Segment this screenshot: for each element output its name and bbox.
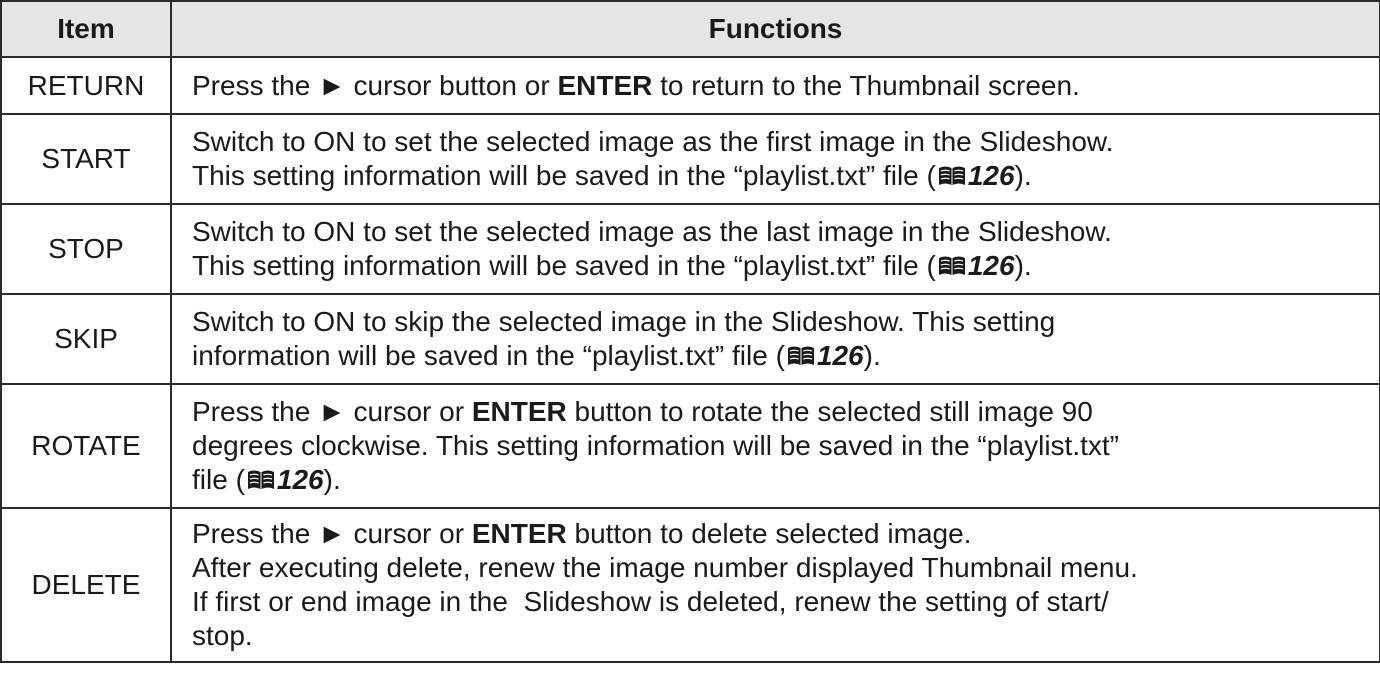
book-icon[interactable] xyxy=(246,469,276,491)
page-reference-link[interactable]: 126 xyxy=(968,250,1015,281)
page-reference-link[interactable]: 126 xyxy=(277,464,324,495)
table-row-stop: STOP Switch to ON to set the selected im… xyxy=(0,203,1380,295)
item-column-header: Item xyxy=(0,0,172,58)
functions-column-header: Functions xyxy=(170,0,1380,58)
table-header-row: Item Functions xyxy=(0,0,1380,58)
description-line: Press the ► cursor or ENTER button to de… xyxy=(192,517,1365,551)
description-line: This setting information will be saved i… xyxy=(192,249,1365,283)
description-line: If first or end image in the Slideshow i… xyxy=(192,586,1109,617)
text-segment: This setting information will be saved i… xyxy=(192,250,936,281)
description-line: Press the ► cursor or ENTER button to ro… xyxy=(192,395,1365,429)
function-description-rotate: Press the ► cursor or ENTER button to ro… xyxy=(170,383,1380,509)
description-line: stop. xyxy=(192,620,253,651)
description-line: Switch to ON to set the selected image a… xyxy=(192,126,1114,157)
page-reference-link[interactable]: 126 xyxy=(968,160,1015,191)
description-line: This setting information will be saved i… xyxy=(192,159,1365,193)
functions-table: Item Functions RETURN Press the ► cursor… xyxy=(0,0,1380,663)
book-icon[interactable] xyxy=(786,345,816,367)
text-segment: Press the xyxy=(192,396,319,427)
table-row-start: START Switch to ON to set the selected i… xyxy=(0,113,1380,205)
function-description-return: Press the ► cursor button or ENTER to re… xyxy=(170,56,1380,115)
right-triangle-icon: ► xyxy=(318,518,346,549)
item-name-return: RETURN xyxy=(0,56,172,115)
book-icon[interactable] xyxy=(937,255,967,277)
text-segment: button to delete selected image. xyxy=(566,518,972,549)
function-description-skip: Switch to ON to skip the selected image … xyxy=(170,293,1380,385)
item-name-skip: SKIP xyxy=(0,293,172,385)
function-description-start: Switch to ON to set the selected image a… xyxy=(170,113,1380,205)
enter-key-label: ENTER xyxy=(471,396,567,427)
text-segment: This setting information will be saved i… xyxy=(192,160,936,191)
function-description-delete: Press the ► cursor or ENTER button to de… xyxy=(170,507,1380,663)
text-segment: ). xyxy=(863,340,881,371)
item-name-rotate: ROTATE xyxy=(0,383,172,509)
function-description-stop: Switch to ON to set the selected image a… xyxy=(170,203,1380,295)
right-triangle-icon: ► xyxy=(318,396,346,427)
text-segment: file ( xyxy=(192,464,245,495)
table-row-delete: DELETE Press the ► cursor or ENTER butto… xyxy=(0,507,1380,663)
text-segment: ). xyxy=(1014,160,1032,191)
text-segment: to return to the Thumbnail screen. xyxy=(652,69,1080,101)
book-icon[interactable] xyxy=(937,165,967,187)
enter-key-label: ENTER xyxy=(471,518,567,549)
table-row-skip: SKIP Switch to ON to skip the selected i… xyxy=(0,293,1380,385)
description-line: Switch to ON to set the selected image a… xyxy=(192,216,1112,247)
enter-key-label: ENTER xyxy=(557,69,653,101)
right-triangle-icon: ► xyxy=(318,69,346,101)
description-line: file ( 126). xyxy=(192,463,1365,497)
text-segment: information will be saved in the “playli… xyxy=(192,340,785,371)
description-line: Switch to ON to skip the selected image … xyxy=(192,306,1056,337)
text-segment: ). xyxy=(323,464,341,495)
description-line: Press the ► cursor button or ENTER to re… xyxy=(192,69,1365,103)
item-name-delete: DELETE xyxy=(0,507,172,663)
page-reference-link[interactable]: 126 xyxy=(817,340,864,371)
text-segment: button to rotate the selected still imag… xyxy=(566,396,1093,427)
item-name-stop: STOP xyxy=(0,203,172,295)
description-line: degrees clockwise. This setting informat… xyxy=(192,430,1119,461)
description-line: information will be saved in the “playli… xyxy=(192,339,1365,373)
text-segment: ). xyxy=(1014,250,1032,281)
table-row-return: RETURN Press the ► cursor button or ENTE… xyxy=(0,56,1380,115)
text-segment: cursor button or xyxy=(345,69,558,101)
functions-table-container: Item Functions RETURN Press the ► cursor… xyxy=(0,0,1380,693)
table-row-rotate: ROTATE Press the ► cursor or ENTER butto… xyxy=(0,383,1380,509)
item-name-start: START xyxy=(0,113,172,205)
text-segment: cursor or xyxy=(345,518,472,549)
text-segment: Press the xyxy=(192,518,319,549)
text-segment: cursor or xyxy=(345,396,472,427)
description-line: After executing delete, renew the image … xyxy=(192,552,1138,583)
text-segment: Press the xyxy=(192,69,319,101)
